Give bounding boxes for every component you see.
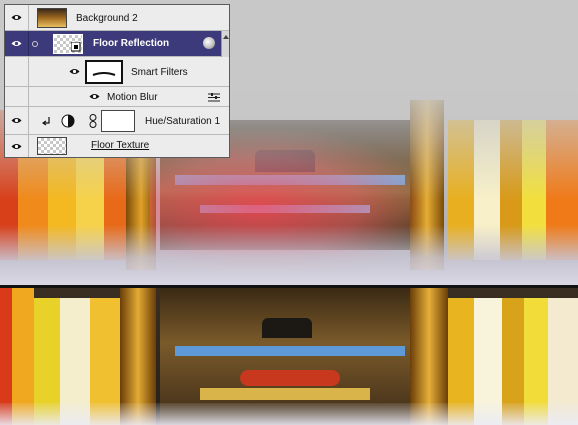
- clipping-arrow-icon: [42, 117, 50, 126]
- visibility-toggle[interactable]: [5, 31, 29, 56]
- eye-icon[interactable]: [89, 93, 100, 100]
- layer-name: Floor Reflection: [93, 38, 170, 49]
- layer-row-hue-saturation-1[interactable]: Hue/Saturation 1: [5, 107, 229, 135]
- eye-icon: [11, 40, 22, 47]
- hue-saturation-adjustment-icon: [61, 114, 75, 128]
- layer-row-smart-filters[interactable]: Smart Filters: [5, 57, 229, 87]
- smart-filter-indicator-icon: [32, 41, 38, 47]
- smart-object-thumbnail: [53, 34, 83, 54]
- white-mask-thumbnail[interactable]: [101, 110, 135, 132]
- layer-name: Hue/Saturation 1: [145, 116, 221, 127]
- chain-link-icon[interactable]: [89, 114, 97, 128]
- visibility-spacer: [5, 87, 29, 106]
- layer-row-motion-blur[interactable]: Motion Blur: [5, 87, 229, 107]
- visibility-toggle[interactable]: [5, 135, 29, 157]
- layer-row-floor-texture[interactable]: Floor Texture: [5, 135, 229, 157]
- transparent-thumbnail: [37, 137, 67, 155]
- layer-name: Motion Blur: [107, 92, 158, 103]
- smart-object-badge-icon: [71, 42, 81, 52]
- original-scene: [0, 288, 578, 425]
- panel-scrollbar[interactable]: [221, 31, 229, 57]
- layer-row-floor-reflection[interactable]: Floor Reflection: [5, 31, 229, 57]
- visibility-toggle[interactable]: [5, 5, 29, 30]
- layers-panel: Background 2 Floor Reflection Smart Filt…: [4, 4, 230, 158]
- eye-icon[interactable]: [69, 68, 80, 75]
- layer-name: Background 2: [76, 13, 138, 24]
- filter-blending-options-icon[interactable]: [208, 93, 220, 102]
- smart-object-badge-icon: [203, 37, 215, 49]
- eye-icon: [11, 117, 22, 124]
- eye-icon: [11, 143, 22, 150]
- layer-name: Smart Filters: [131, 67, 188, 78]
- document-canvas[interactable]: Background 2 Floor Reflection Smart Filt…: [0, 0, 578, 425]
- visibility-toggle[interactable]: [5, 107, 29, 134]
- photo-thumbnail: [37, 8, 67, 28]
- visibility-spacer: [5, 57, 29, 86]
- filter-mask-thumbnail[interactable]: [85, 60, 123, 84]
- eye-icon: [11, 14, 22, 21]
- layer-name: Floor Texture: [91, 140, 150, 151]
- layer-row-background-2[interactable]: Background 2: [5, 5, 229, 31]
